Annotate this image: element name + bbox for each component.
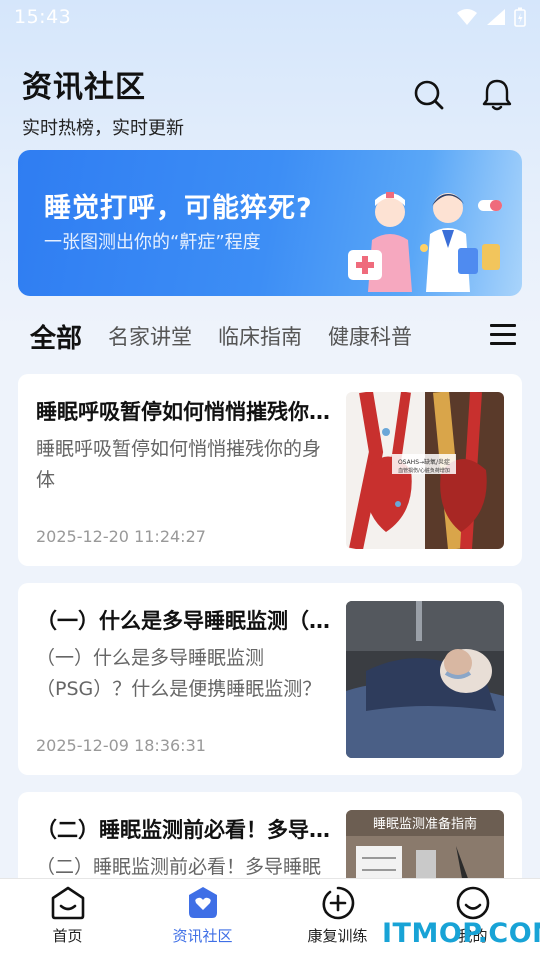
article-card[interactable]: （一）什么是多导睡眠监测（PSG）？ （一）什么是多导睡眠监测（PSG）？什么是…	[18, 583, 522, 775]
nav-community[interactable]: 资讯社区	[135, 879, 270, 960]
watermark: ITMOP.COM	[382, 918, 540, 949]
article-thumbnail: OSAHS→缺氧/炎症 血管损伤/心脏负荷增加	[346, 392, 504, 549]
thumb-caption: 睡眠监测准备指南	[373, 816, 477, 832]
search-button[interactable]	[412, 78, 446, 112]
doctors-illustration	[348, 192, 502, 292]
wifi-icon	[457, 9, 477, 25]
article-card[interactable]: 睡眠呼吸暂停如何悄悄摧残你的身体 睡眠呼吸暂停如何悄悄摧残你的身体 2025-1…	[18, 374, 522, 566]
promo-banner[interactable]: 睡觉打呼，可能猝死? 一张图测出你的“鼾症”程度	[18, 150, 522, 296]
page-header: 资讯社区 实时热榜，实时更新	[22, 62, 518, 142]
menu-icon[interactable]	[490, 322, 516, 346]
category-tabs: 全部 名家讲堂 临床指南 健康科普	[30, 318, 520, 354]
nav-rehab-label: 康复训练	[307, 927, 368, 945]
svg-text:血管损伤/心脏负荷增加: 血管损伤/心脏负荷增加	[398, 467, 450, 474]
page-subtitle: 实时热榜，实时更新	[22, 118, 184, 139]
tab-expert-lecture[interactable]: 名家讲堂	[108, 321, 192, 351]
notification-button[interactable]	[480, 78, 514, 112]
header-actions	[412, 78, 514, 112]
article-title: （二）睡眠监测前必看！多导睡眠监测准备指南	[36, 818, 336, 842]
tab-all[interactable]: 全部	[30, 318, 82, 355]
status-time: 15:43	[14, 6, 72, 28]
battery-icon	[514, 7, 526, 27]
article-summary: 睡眠呼吸暂停如何悄悄摧残你的身体	[36, 438, 322, 491]
svg-text:OSAHS→缺氧/炎症: OSAHS→缺氧/炎症	[398, 458, 450, 466]
article-title: （一）什么是多导睡眠监测（PSG）？	[36, 609, 336, 633]
article-date: 2025-12-09 18:36:31	[36, 736, 206, 755]
nav-community-label: 资讯社区	[172, 927, 233, 945]
bell-icon	[482, 79, 512, 111]
nav-home[interactable]: 首页	[0, 879, 135, 960]
article-summary: （一）什么是多导睡眠监测（PSG）？什么是便携睡眠监测？	[36, 647, 322, 700]
signal-icon	[487, 9, 505, 25]
status-icons	[456, 7, 526, 27]
article-thumbnail	[346, 601, 504, 758]
article-title: 睡眠呼吸暂停如何悄悄摧残你的身体	[36, 400, 336, 424]
home-icon	[51, 886, 84, 920]
tab-clinical-guide[interactable]: 临床指南	[218, 321, 302, 351]
heart-shield-icon	[188, 887, 217, 918]
smile-icon	[456, 886, 489, 920]
tab-health-science[interactable]: 健康科普	[328, 321, 412, 351]
search-icon	[414, 80, 444, 110]
banner-subtitle: 一张图测出你的“鼾症”程度	[44, 232, 261, 253]
plus-circle-icon	[322, 886, 354, 920]
banner-title: 睡觉打呼，可能猝死?	[44, 193, 313, 224]
article-date: 2025-12-20 11:24:27	[36, 527, 206, 546]
nav-home-label: 首页	[52, 927, 83, 945]
status-bar: 15:43	[0, 0, 540, 34]
